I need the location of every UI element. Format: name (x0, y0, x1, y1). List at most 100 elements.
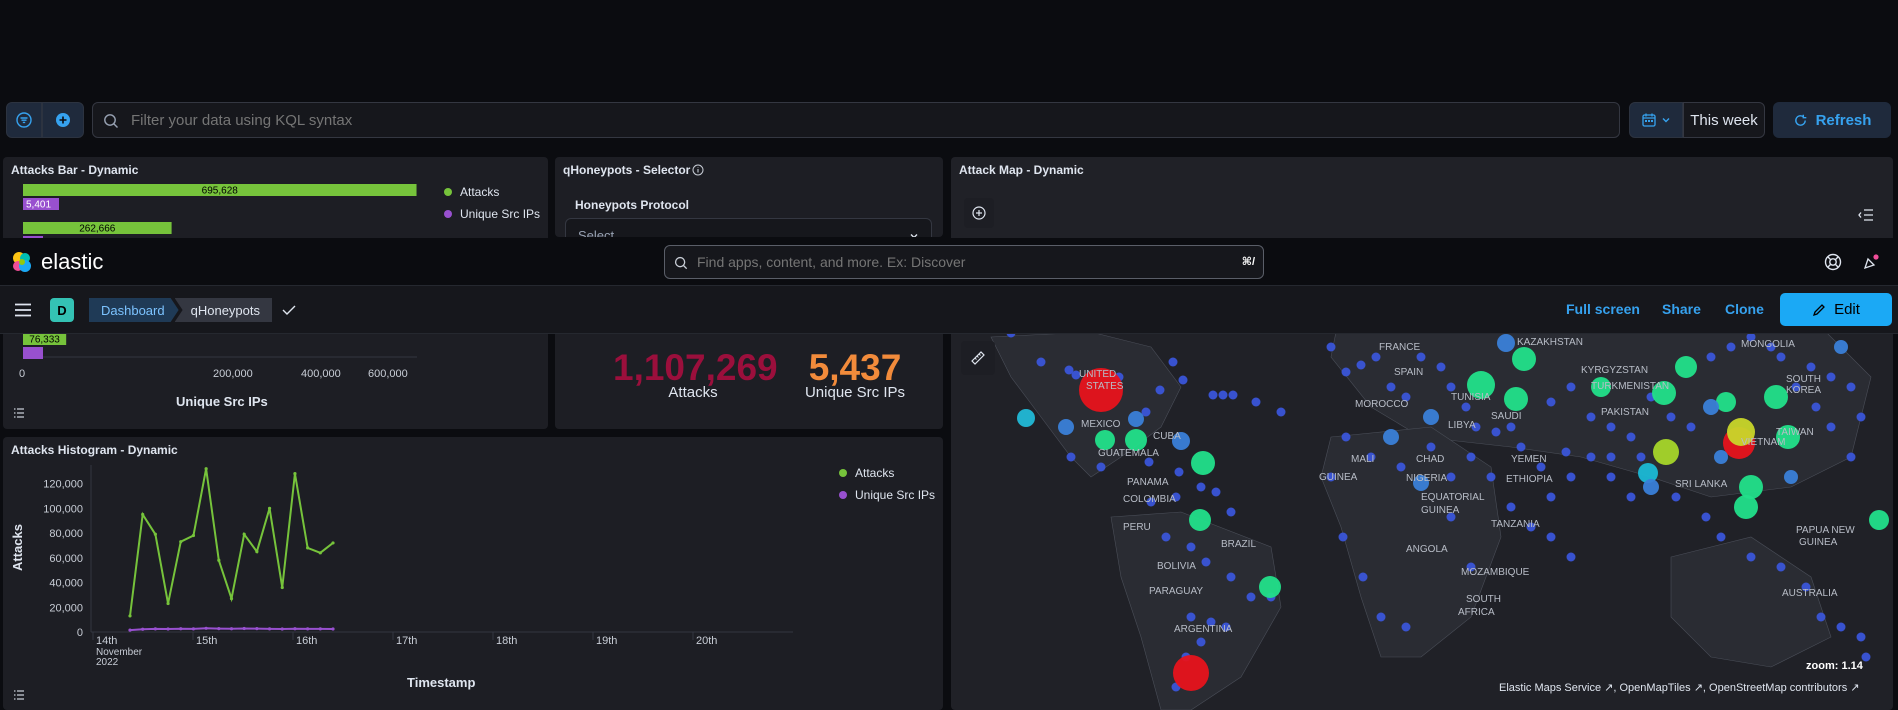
legend-item-attacks[interactable]: Attacks (444, 185, 499, 199)
map-point[interactable] (1506, 422, 1516, 432)
map-point[interactable] (1856, 632, 1866, 642)
map-point[interactable] (1561, 447, 1571, 457)
map-layers-toggle[interactable] (1851, 200, 1881, 230)
point-attacks[interactable] (153, 532, 157, 536)
legend-item-unique-ips[interactable]: Unique Src IPs (444, 207, 540, 221)
breadcrumb-dashboard[interactable]: Dashboard (89, 298, 179, 322)
map-bubble[interactable] (1504, 387, 1528, 411)
map-point[interactable] (1636, 452, 1646, 462)
map-point[interactable] (1776, 352, 1786, 362)
map-point[interactable] (1174, 467, 1184, 477)
map-bubble[interactable] (1653, 439, 1679, 465)
point-attacks[interactable] (141, 512, 145, 517)
refresh-button[interactable]: Refresh (1773, 102, 1891, 138)
point-attacks[interactable] (179, 540, 183, 544)
point-unique-ips[interactable] (191, 627, 196, 631)
map-point[interactable] (1326, 342, 1336, 352)
point-unique-ips[interactable] (255, 627, 259, 631)
kql-search-input[interactable] (131, 109, 1531, 131)
map-point[interactable] (1666, 412, 1676, 422)
map-bubble[interactable] (1739, 475, 1763, 499)
map-point[interactable] (1396, 462, 1406, 472)
attribution-osm[interactable]: OpenStreetMap contributors (1709, 682, 1847, 694)
map-point[interactable] (1371, 352, 1381, 362)
point-unique-ips[interactable] (166, 627, 170, 631)
map-point[interactable] (1626, 492, 1636, 502)
map-point[interactable] (1826, 422, 1836, 432)
map-bubble[interactable] (1714, 450, 1728, 464)
map-point[interactable] (1606, 452, 1616, 462)
map-point[interactable] (1218, 390, 1228, 400)
map-bubble[interactable] (1497, 334, 1515, 352)
map-point[interactable] (1178, 375, 1188, 385)
map-point[interactable] (1066, 452, 1076, 462)
menu-toggle-button[interactable] (12, 299, 34, 321)
map-bubble[interactable] (1703, 399, 1719, 415)
map-bubble[interactable] (1512, 347, 1536, 371)
map-bubble[interactable] (1259, 576, 1281, 598)
map-point[interactable] (1226, 507, 1236, 517)
map-point[interactable] (1466, 452, 1476, 462)
map-point[interactable] (1208, 390, 1218, 400)
point-unique-ips[interactable] (306, 627, 310, 631)
point-attacks[interactable] (318, 551, 322, 555)
attribution-omt[interactable]: OpenMapTiles (1620, 682, 1691, 694)
map-point[interactable] (1186, 542, 1196, 552)
map-point[interactable] (1846, 452, 1856, 462)
map-point[interactable] (1566, 472, 1576, 482)
map-point[interactable] (1706, 352, 1716, 362)
map-point[interactable] (1376, 612, 1386, 622)
date-range-display[interactable]: This week (1683, 102, 1765, 138)
map-point[interactable] (1486, 472, 1496, 482)
attribution-ems[interactable]: Elastic Maps Service (1499, 682, 1601, 694)
point-attacks[interactable] (191, 533, 196, 538)
map-bubble[interactable] (1675, 356, 1697, 378)
map-point[interactable] (1386, 382, 1396, 392)
point-attacks[interactable] (280, 585, 284, 590)
point-unique-ips[interactable] (293, 627, 297, 631)
map-point[interactable] (1516, 442, 1526, 452)
map-point[interactable] (1776, 562, 1786, 572)
map-point[interactable] (1155, 385, 1165, 395)
add-filter-button[interactable] (42, 102, 84, 138)
map-point[interactable] (1671, 492, 1681, 502)
map-point[interactable] (1341, 367, 1351, 377)
point-attacks[interactable] (255, 549, 259, 554)
map-bubble[interactable] (1643, 479, 1659, 495)
map-point[interactable] (1746, 552, 1756, 562)
global-search[interactable]: ⌘/ (664, 245, 1264, 279)
map-bubble[interactable] (1191, 451, 1215, 475)
point-attacks[interactable] (267, 506, 272, 510)
point-attacks[interactable] (306, 546, 310, 550)
map-bubble[interactable] (1095, 430, 1115, 450)
point-attacks[interactable] (331, 541, 335, 545)
map-point[interactable] (1506, 502, 1516, 512)
map-bubble[interactable] (1716, 392, 1736, 412)
map-point[interactable] (1586, 452, 1596, 462)
map-bubble[interactable] (1173, 655, 1209, 691)
map-point[interactable] (1811, 402, 1821, 412)
protocol-select[interactable]: Select... (565, 218, 932, 237)
map-point[interactable] (1836, 622, 1846, 632)
bar-unique-ips[interactable] (23, 347, 43, 359)
map-point[interactable] (1806, 362, 1816, 372)
map-point[interactable] (1036, 357, 1046, 367)
map-point[interactable] (1338, 532, 1348, 542)
map-point[interactable] (1546, 532, 1556, 542)
map-bubble[interactable] (1383, 429, 1399, 445)
map-bubble[interactable] (1058, 419, 1074, 435)
space-avatar[interactable]: D (50, 298, 74, 322)
map-bubble[interactable] (1834, 340, 1848, 354)
point-unique-ips[interactable] (217, 627, 221, 631)
map-point[interactable] (1401, 622, 1411, 632)
map-point[interactable] (1341, 432, 1351, 442)
map-point[interactable] (1228, 390, 1238, 400)
map-bubble[interactable] (1869, 510, 1889, 530)
point-unique-ips[interactable] (204, 626, 208, 630)
help-button[interactable] (1822, 251, 1844, 273)
map-point[interactable] (1726, 342, 1736, 352)
map-point[interactable] (1826, 372, 1836, 382)
map-point[interactable] (1436, 362, 1446, 372)
legend-toggle-button[interactable] (9, 403, 29, 423)
news-button[interactable] (1860, 251, 1882, 273)
